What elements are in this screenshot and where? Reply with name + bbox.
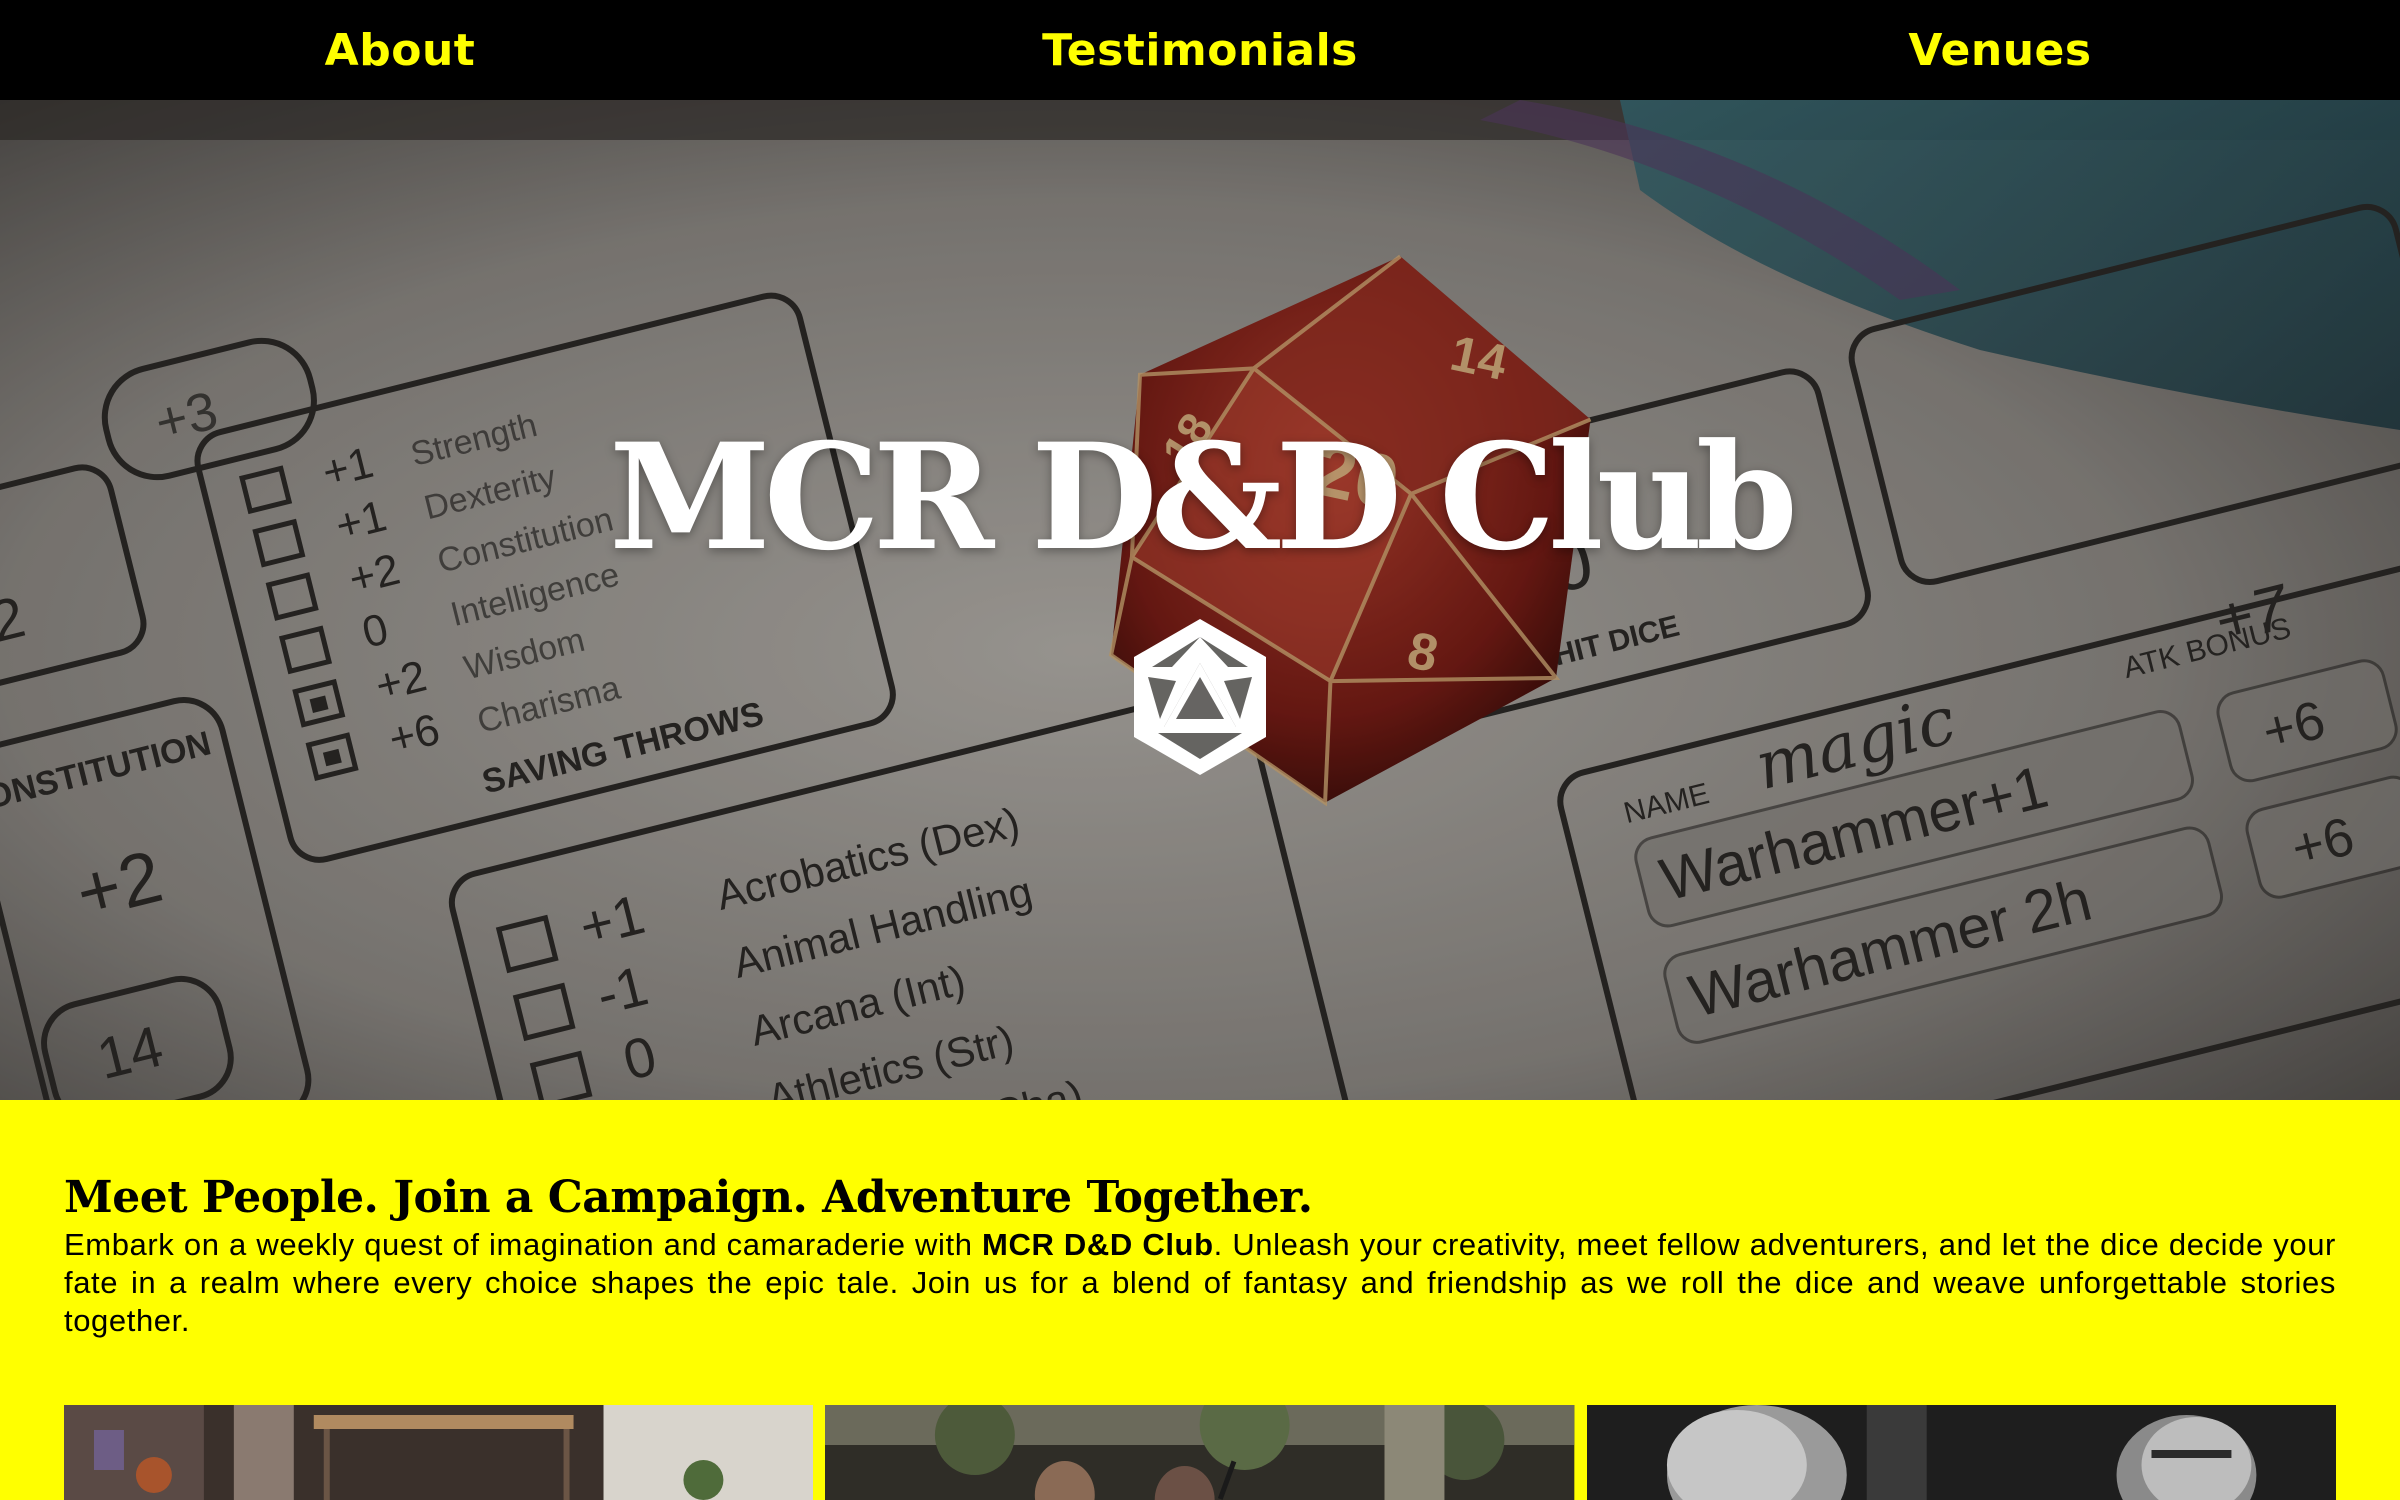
about-headline: Meet People. Join a Campaign. Adventure … — [64, 1172, 1313, 1223]
d20-icon — [1134, 619, 1266, 775]
about-section: Meet People. Join a Campaign. Adventure … — [64, 1172, 2336, 1340]
site-title: MCR D&D Club — [609, 412, 1798, 583]
hero-banner: +1 +1 +2 0 +2 +6 Strength Dexterity Cons… — [0, 100, 2400, 1100]
kitchen-photo — [64, 1405, 814, 1500]
hero-overlay — [0, 100, 2400, 1100]
players-bw-photo — [1586, 1405, 2336, 1500]
intro-text: Embark on a weekly quest of imagination … — [64, 1227, 983, 1262]
nav-link-venues[interactable]: Venues — [1600, 0, 2400, 100]
nav-link-testimonials[interactable]: Testimonials — [800, 0, 1600, 100]
intro-club-name: MCR D&D Club — [982, 1227, 1214, 1262]
nav-link-about[interactable]: About — [0, 0, 800, 100]
main-nav: About Testimonials Venues — [0, 0, 2400, 100]
about-intro: Embark on a weekly quest of imagination … — [64, 1226, 2336, 1340]
photo-gallery — [64, 1405, 2336, 1500]
group-outdoor-photo — [825, 1405, 1575, 1500]
